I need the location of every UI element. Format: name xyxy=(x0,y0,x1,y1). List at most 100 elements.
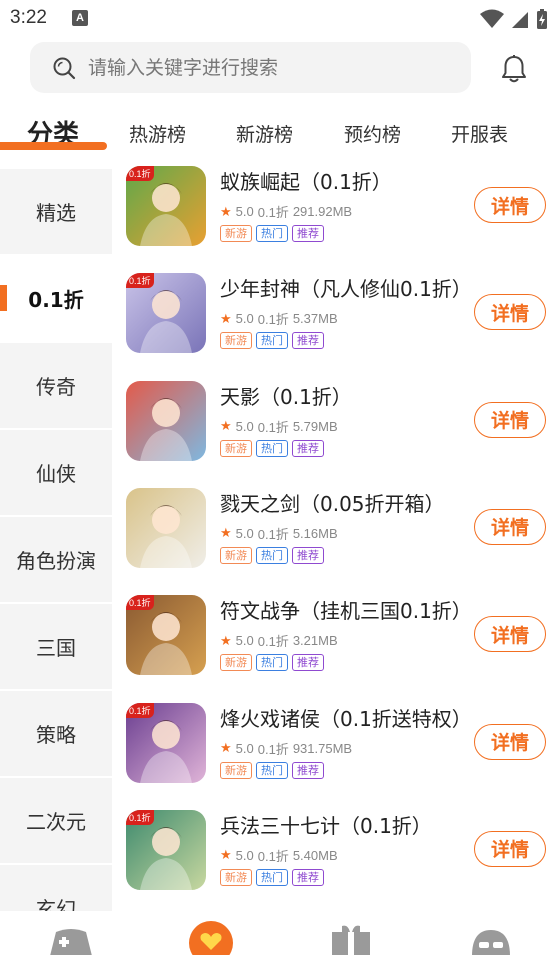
game-tags: 新游 热门 推荐 xyxy=(220,439,324,457)
discount-badge: 0.1折 xyxy=(126,702,154,718)
game-size: 5.40MB xyxy=(292,847,338,863)
sidebar-item-label: 策略 xyxy=(36,723,76,747)
wifi-icon xyxy=(480,9,504,28)
search-input[interactable] xyxy=(88,56,448,79)
tab-reservation[interactable]: 预约榜 xyxy=(344,120,401,147)
game-discount: 0.1折 xyxy=(257,312,289,328)
sidebar-item-anime[interactable]: 二次元 xyxy=(0,778,112,863)
bottom-nav xyxy=(0,912,560,955)
tab-server-schedule[interactable]: 开服表 xyxy=(451,120,508,147)
tab-hot-games[interactable]: 热游榜 xyxy=(129,120,186,147)
star-icon: ★ xyxy=(220,418,232,434)
status-bar: 3:22 A xyxy=(0,0,560,38)
game-tags: 新游 热门 推荐 xyxy=(220,868,324,886)
game-icon[interactable]: 0.1折 xyxy=(126,273,206,354)
star-icon: ★ xyxy=(220,632,232,648)
game-size: 291.92MB xyxy=(292,204,353,219)
sidebar-active-marker xyxy=(0,285,7,311)
game-discount: 0.1折 xyxy=(257,634,289,650)
profile-icon[interactable] xyxy=(468,924,514,955)
sidebar-item-strategy[interactable]: 策略 xyxy=(0,691,112,776)
star-icon: ★ xyxy=(220,203,232,219)
game-discount: 0.1折 xyxy=(257,741,289,757)
game-row[interactable]: 0.1折 烽火戏诸侯（0.1折送特权） ★ 5.0 0.1折 931.75MB … xyxy=(112,702,560,810)
heart-home-icon[interactable] xyxy=(188,920,234,955)
game-discount: 0.1折 xyxy=(257,419,289,435)
game-size: 5.37MB xyxy=(292,311,338,327)
discount-badge: 0.1折 xyxy=(126,809,154,825)
game-row[interactable]: 0.1折 兵法三十七计（0.1折） ★ 5.0 0.1折 5.40MB 新游 热门… xyxy=(112,809,560,917)
game-discount: 0.1折 xyxy=(257,526,289,542)
game-name: 少年封神（凡人修仙0.1折） xyxy=(220,277,472,302)
notification-icon: A xyxy=(72,10,88,26)
sidebar-item-fantasy[interactable]: 玄幻 xyxy=(0,865,112,911)
game-icon[interactable]: 0.1折 xyxy=(126,702,206,783)
sidebar-item-discount[interactable]: 0.1折 xyxy=(0,256,112,341)
game-row[interactable]: 0.1折 符文战争（挂机三国0.1折） ★ 5.0 0.1折 3.21MB 新游… xyxy=(112,595,560,702)
sidebar-item-rpg[interactable]: 角色扮演 xyxy=(0,517,112,602)
search-icon xyxy=(53,57,76,79)
game-icon[interactable]: 0.1折 xyxy=(126,809,206,890)
game-row[interactable]: 戮天之剑（0.05折开箱） ★ 5.0 0.1折 5.16MB 新游 热门 推荐 详… xyxy=(112,487,560,595)
details-button[interactable]: 详情 xyxy=(474,830,546,867)
details-button[interactable]: 详情 xyxy=(474,616,546,653)
game-tag: 热门 xyxy=(256,439,288,457)
signal-icon xyxy=(512,12,528,28)
sidebar-item-label: 三国 xyxy=(36,636,76,660)
details-button[interactable]: 详情 xyxy=(474,187,546,223)
star-icon: ★ xyxy=(220,740,232,755)
game-icon[interactable] xyxy=(126,487,206,568)
game-tag: 新游 xyxy=(220,439,252,457)
game-name: 戮天之剑（0.05折开箱） xyxy=(220,491,445,516)
sidebar-item-three-kingdoms[interactable]: 三国 xyxy=(0,604,112,689)
search-bar[interactable] xyxy=(30,42,471,93)
game-name: 符文战争（挂机三国0.1折） xyxy=(220,599,472,624)
details-button[interactable]: 详情 xyxy=(474,294,546,331)
game-row[interactable]: 天影（0.1折） ★ 5.0 0.1折 5.79MB 新游 热门 推荐 详情 xyxy=(112,380,560,488)
sidebar-item-xianxia[interactable]: 仙侠 xyxy=(0,430,112,515)
discount-badge: 0.1折 xyxy=(126,595,154,611)
game-rating: 5.0 xyxy=(235,633,254,649)
details-button[interactable]: 详情 xyxy=(474,508,546,545)
star-icon: ★ xyxy=(220,310,232,326)
game-rating: 5.0 xyxy=(235,740,254,756)
game-icon[interactable] xyxy=(126,380,206,461)
game-tag: 新游 xyxy=(220,332,252,350)
game-name: 烽火戏诸侯（0.1折送特权） xyxy=(220,706,472,731)
game-discount: 0.1折 xyxy=(257,848,289,864)
sidebar-item-legend[interactable]: 传奇 xyxy=(0,343,112,428)
game-icon[interactable]: 0.1折 xyxy=(126,166,206,246)
sidebar-item-label: 玄幻 xyxy=(36,897,76,911)
game-icon[interactable]: 0.1折 xyxy=(126,595,206,676)
game-row[interactable]: 0.1折 少年封神（凡人修仙0.1折） ★ 5.0 0.1折 5.37MB 新游… xyxy=(112,273,560,380)
sidebar-item-featured[interactable]: 精选 xyxy=(0,169,112,254)
category-tabs: 分类 热游榜 新游榜 预约榜 开服表 xyxy=(0,108,560,158)
game-tag: 热门 xyxy=(256,654,288,672)
tab-new-games[interactable]: 新游榜 xyxy=(236,120,293,147)
game-size: 3.21MB xyxy=(292,633,338,649)
game-meta: ★ 5.0 0.1折 5.37MB xyxy=(220,309,338,328)
game-rating: 5.0 xyxy=(235,525,254,541)
details-button[interactable]: 详情 xyxy=(474,401,546,438)
game-name: 兵法三十七计（0.1折） xyxy=(220,813,432,838)
status-time: 3:22 xyxy=(10,7,47,28)
game-meta: ★ 5.0 0.1折 5.79MB xyxy=(220,417,338,436)
game-meta: ★ 5.0 0.1折 931.75MB xyxy=(220,739,352,758)
gamepad-icon[interactable] xyxy=(48,926,94,955)
bell-icon[interactable] xyxy=(500,54,528,84)
game-tag: 新游 xyxy=(220,868,252,886)
active-tab-indicator xyxy=(0,142,107,150)
game-name: 天影（0.1折） xyxy=(220,384,352,409)
game-rating: 5.0 xyxy=(235,418,254,434)
game-size: 5.79MB xyxy=(292,418,338,434)
category-sidebar: 精选 0.1折 传奇 仙侠 角色扮演 三国 策略 二次元 玄幻 xyxy=(0,166,112,911)
details-button[interactable]: 详情 xyxy=(474,723,546,760)
game-tags: 新游 热门 推荐 xyxy=(220,761,324,779)
game-tag: 推荐 xyxy=(292,225,324,242)
game-tag: 推荐 xyxy=(292,439,324,457)
sidebar-item-label: 精选 xyxy=(36,201,76,225)
game-tag: 新游 xyxy=(220,761,252,779)
game-row[interactable]: 0.1折 蚁族崛起（0.1折） ★ 5.0 0.1折 291.92MB 新游 热门… xyxy=(112,166,560,273)
game-size: 5.16MB xyxy=(292,525,338,541)
gift-icon[interactable] xyxy=(328,922,374,955)
